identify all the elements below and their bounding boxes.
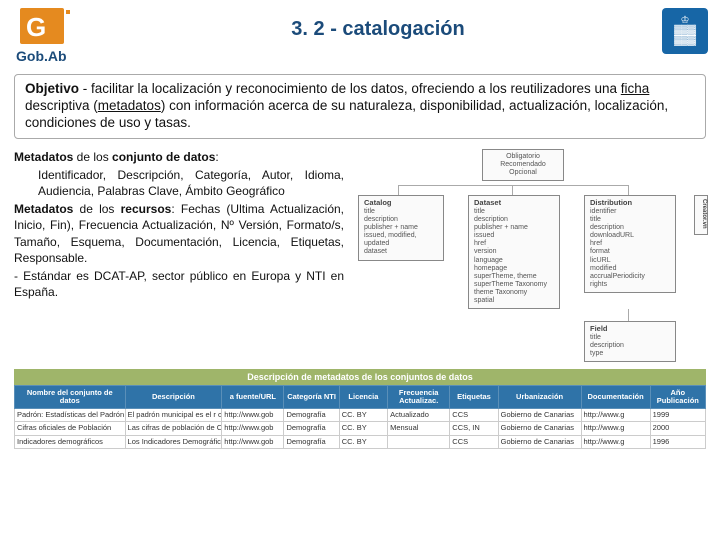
metadata-table-section: Descripción de metadatos de los conjunto…	[14, 369, 706, 449]
box-catalog: Catalogtitledescriptionpublisher + namei…	[358, 195, 444, 261]
table-row: Indicadores demográficosLos Indicadores …	[15, 435, 706, 448]
table-header: Urbanización	[498, 385, 581, 409]
logo-canarias: ♔▓▓▓▓▓▓	[662, 8, 708, 54]
table-header: Licencia	[339, 385, 387, 409]
table-header: Año Publicación	[650, 385, 705, 409]
table-header: Documentación	[581, 385, 650, 409]
box-field: Fieldtitledescriptiontype	[584, 321, 676, 363]
box-dataset: Datasettitledescriptionpublisher + namei…	[468, 195, 560, 309]
box-distribution: Distributionidentifiertitledescriptiondo…	[584, 195, 676, 293]
table-row: Cifras oficiales de PoblaciónLas cifras …	[15, 422, 706, 435]
logo-gob-ab: G Gob.Ab	[12, 8, 94, 68]
logo-text: Gob.Ab	[16, 48, 67, 64]
table-header: Etiquetas	[450, 385, 498, 409]
metadata-text: Metadatos de los conjunto de datos: Iden…	[14, 149, 344, 359]
objective-label: Objetivo	[25, 81, 79, 96]
table-header: Nombre del conjunto de datos	[15, 385, 126, 409]
table-header: Frecuencia Actualizac.	[388, 385, 450, 409]
metadata-table: Nombre del conjunto de datosDescripcióna…	[14, 385, 706, 449]
table-caption: Descripción de metadatos de los conjunto…	[14, 369, 706, 385]
box-creator: Creator.vn	[694, 195, 708, 235]
table-header: a fuente/URL	[222, 385, 284, 409]
dcat-diagram: Obligatorio Recomendado Opcional Catalog…	[352, 149, 706, 359]
page-title: 3. 2 - catalogación	[94, 18, 662, 41]
table-header: Descripción	[125, 385, 222, 409]
objective-box: Objetivo - facilitar la localización y r…	[14, 74, 706, 139]
table-header: Categoría NTI	[284, 385, 339, 409]
diagram-legend: Obligatorio Recomendado Opcional	[482, 149, 564, 181]
table-row: Padrón: Estadísticas del Padrón MunicEl …	[15, 409, 706, 422]
